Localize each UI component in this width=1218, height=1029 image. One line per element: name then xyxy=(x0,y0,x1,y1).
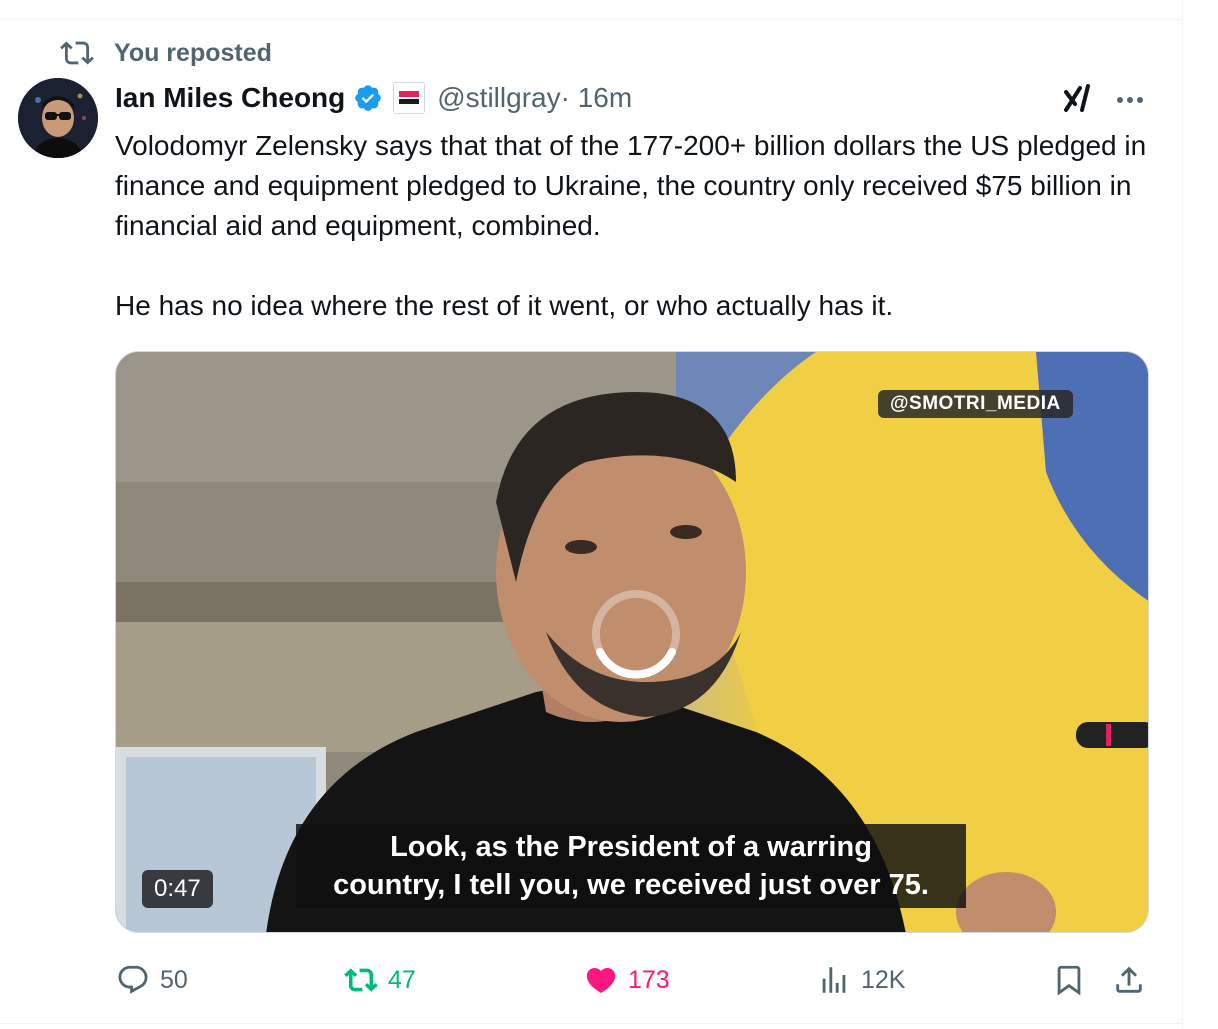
more-options-icon[interactable] xyxy=(1112,82,1148,118)
heart-filled-icon xyxy=(586,967,616,993)
video-player[interactable]: @SMOTRI_MEDIA Look, as the President of … xyxy=(115,351,1149,933)
repost-count: 47 xyxy=(388,965,416,994)
views-button[interactable]: 12K xyxy=(817,958,905,1002)
video-watermark: @SMOTRI_MEDIA xyxy=(878,390,1073,418)
share-button[interactable] xyxy=(1112,958,1146,1002)
tweet-time[interactable]: · 16m xyxy=(561,82,633,114)
tweet-text: Volodomyr Zelensky says that that of the… xyxy=(115,130,1147,321)
share-icon xyxy=(1116,966,1142,993)
bottom-divider xyxy=(0,1023,1183,1024)
right-divider xyxy=(1182,0,1183,1029)
verified-badge-icon[interactable] xyxy=(353,83,383,113)
reply-button[interactable]: 50 xyxy=(116,958,188,1002)
grok-icon[interactable] xyxy=(1060,80,1096,116)
tweet-header: Ian Miles Cheong @stillgray · 16m xyxy=(115,78,632,118)
repost-icon xyxy=(60,41,94,65)
views-chart-icon xyxy=(822,967,846,993)
social-context[interactable]: You reposted xyxy=(60,36,272,70)
reply-count: 50 xyxy=(160,965,188,994)
avatar-image xyxy=(18,78,98,158)
repost-button[interactable]: 47 xyxy=(344,958,416,1002)
loading-spinner-icon xyxy=(592,590,680,679)
author-handle[interactable]: @stillgray xyxy=(437,82,560,114)
caption-line-2: country, I tell you, we received just ov… xyxy=(333,869,929,901)
affiliation-badge[interactable] xyxy=(393,82,426,114)
reply-icon xyxy=(118,965,148,994)
social-context-label: You reposted xyxy=(114,38,272,67)
avatar[interactable] xyxy=(18,78,98,158)
video-caption: Look, as the President of a warring coun… xyxy=(296,824,966,908)
road-election-logo-icon xyxy=(399,91,420,104)
author-name[interactable]: Ian Miles Cheong xyxy=(115,82,345,114)
caption-line-1: Look, as the President of a warring xyxy=(390,831,872,863)
like-count: 173 xyxy=(628,965,670,994)
bookmark-icon xyxy=(1057,965,1081,996)
like-button[interactable]: 173 xyxy=(584,958,670,1002)
bookmark-button[interactable] xyxy=(1052,958,1086,1002)
action-bar: 50 47 173 12K xyxy=(0,958,1183,1002)
views-count: 12K xyxy=(861,965,906,994)
top-divider xyxy=(0,19,1183,20)
repost-active-icon xyxy=(344,968,378,992)
video-duration: 0:47 xyxy=(142,870,213,908)
